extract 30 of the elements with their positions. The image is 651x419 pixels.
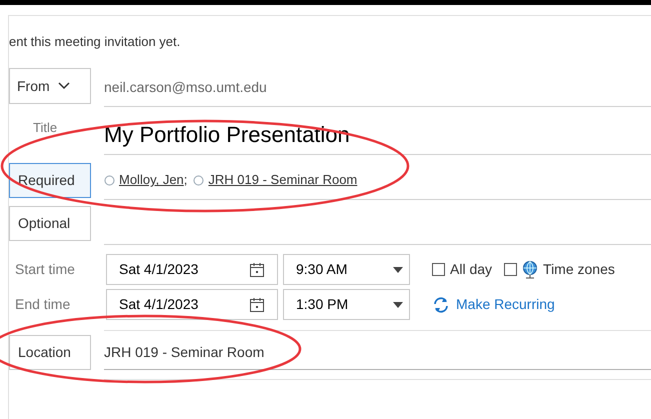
calendar-icon (249, 262, 265, 278)
presence-icon (193, 174, 204, 186)
presence-icon (104, 174, 115, 186)
optional-button[interactable]: Optional (9, 206, 91, 241)
chevron-down-icon (58, 82, 70, 90)
calendar-icon (249, 296, 265, 312)
caret-icon (393, 266, 403, 272)
time-label: End time (14, 295, 72, 314)
notice-text: ent this meeting invitation yet. (9, 33, 182, 51)
title-label: Title (32, 118, 58, 136)
title-field[interactable]: My Portfolio Presentation (104, 124, 350, 146)
attendee-link[interactable]: JRH 019 - Seminar Room (208, 170, 358, 190)
separator-text: ; (184, 171, 188, 190)
repeat-icon (432, 296, 450, 312)
option-checkbox[interactable]: Time zones (504, 259, 615, 280)
time-dropdown[interactable]: 1:30 PM (283, 289, 410, 320)
time-label: Start time (14, 260, 76, 279)
from-address: neil.carson@mso.umt.edu (104, 78, 267, 96)
location-button[interactable]: Location (9, 335, 91, 370)
make-recurring-link[interactable]: Make Recurring (432, 294, 555, 315)
location-field[interactable]: JRH 019 - Seminar Room (104, 342, 264, 362)
date-field[interactable]: Sat 4/1/2023 (106, 289, 278, 320)
attendee-link[interactable]: Molloy, Jen (119, 170, 184, 190)
time-dropdown[interactable]: 9:30 AM (283, 254, 410, 285)
caret-icon (393, 302, 403, 308)
globe-icon (522, 260, 538, 278)
option-checkbox[interactable]: All day (432, 259, 492, 280)
from-button[interactable]: From (9, 68, 91, 104)
required-button[interactable]: Required (9, 163, 91, 198)
date-field[interactable]: Sat 4/1/2023 (106, 254, 278, 285)
